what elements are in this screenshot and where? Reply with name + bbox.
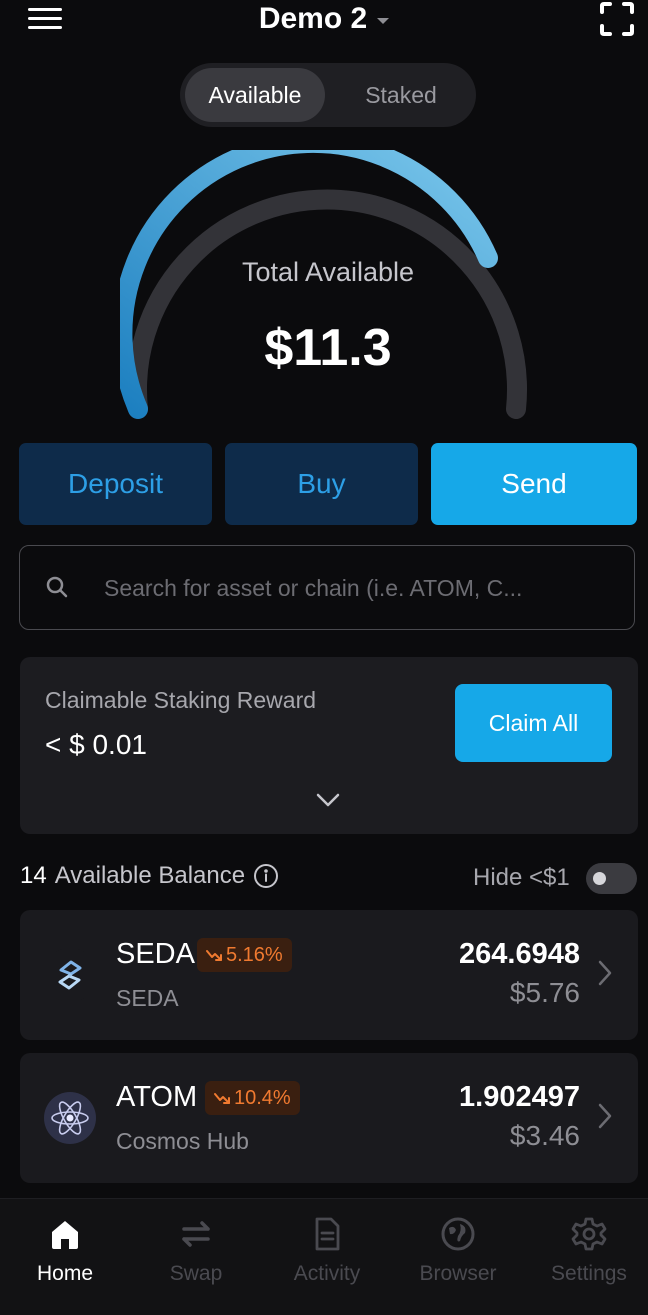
tab-label: Browser [419,1262,497,1285]
balance-toggle: Available Staked [180,63,476,127]
price-change: 5.16% [226,943,283,966]
price-change-badge: 10.4% [205,1081,300,1115]
globe-icon [441,1217,475,1251]
asset-symbol: ATOM [116,1081,198,1113]
tab-settings[interactable]: Settings [524,1199,648,1315]
asset-usd-value: $3.46 [509,1120,580,1151]
reward-label: Claimable Staking Reward [45,687,317,713]
tab-activity[interactable]: Activity [262,1199,392,1315]
asset-chain: Cosmos Hub [116,1128,249,1154]
swap-icon [182,1221,210,1247]
balance-count: 14 [20,862,47,889]
deposit-button[interactable]: Deposit [19,443,212,525]
price-change-badge: 5.16% [197,938,292,972]
claim-all-button[interactable]: Claim All [455,684,612,762]
home-icon [52,1221,78,1249]
asset-row-seda[interactable]: SEDA 5.16% SEDA 264.6948 $5.76 [20,910,638,1040]
hide-small-toggle[interactable] [586,863,637,894]
balance-header: 14 Available Balance [20,862,279,890]
tab-available[interactable]: Available [185,68,325,122]
tab-browser[interactable]: Browser [393,1199,523,1315]
wallet-name: Demo 2 [258,2,368,35]
search-input[interactable] [102,564,616,612]
price-change: 10.4% [234,1086,291,1109]
tab-swap[interactable]: Swap [131,1199,261,1315]
buy-button[interactable]: Buy [225,443,418,525]
toggle-knob [593,872,606,885]
send-button[interactable]: Send [431,443,637,525]
reward-value: < $ 0.01 [45,729,147,760]
seda-logo-icon [43,948,97,1002]
asset-chain: SEDA [116,985,179,1011]
asset-amount: 1.902497 [459,1081,580,1113]
asset-amount: 264.6948 [459,938,580,970]
activity-icon [315,1217,340,1251]
tab-staked[interactable]: Staked [330,68,472,122]
balance-gauge [120,150,527,419]
scan-icon[interactable] [598,0,636,38]
bottom-tab-bar: Home Swap Activity Browser Settings [0,1198,648,1315]
tab-label: Home [36,1262,94,1285]
trend-down-icon [206,950,222,961]
tab-label: Settings [551,1262,627,1285]
balance-label: Available Balance [54,862,246,889]
tab-home[interactable]: Home [0,1199,130,1315]
search-icon [46,576,68,598]
tab-label: Activity [293,1262,361,1285]
hide-small-label: Hide <$1 [473,864,570,891]
caret-down-icon [377,18,390,24]
staking-reward-card: Claimable Staking Reward < $ 0.01 Claim … [20,657,638,834]
asset-row-atom[interactable]: ATOM 10.4% Cosmos Hub 1.902497 $3.46 [20,1053,638,1183]
total-label: Total Available [241,257,415,287]
asset-usd-value: $5.76 [509,977,580,1008]
trend-down-icon [214,1093,230,1104]
tab-label: Swap [169,1262,223,1285]
chevron-right-icon [598,960,612,986]
asset-symbol: SEDA [116,938,195,970]
gear-icon [571,1217,607,1251]
chevron-down-icon[interactable] [316,793,340,807]
chevron-right-icon [598,1103,612,1129]
info-icon[interactable] [253,863,279,889]
cosmos-logo-icon [44,1092,96,1144]
wallet-selector[interactable]: Demo 2 [0,0,648,38]
search-box [19,545,635,630]
total-value: $11.3 [264,319,392,377]
